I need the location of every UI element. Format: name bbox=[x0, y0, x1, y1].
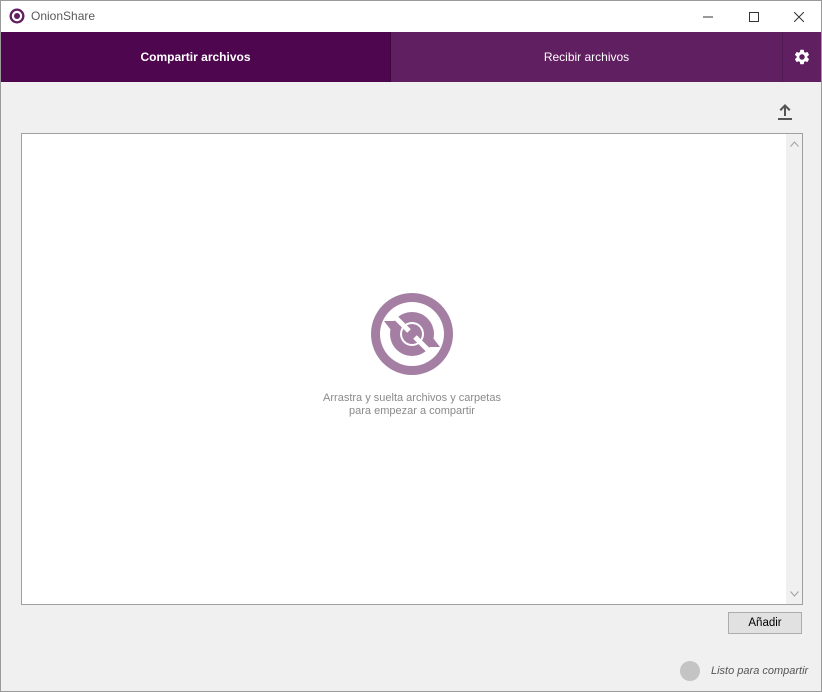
drop-instructions-line2: para empezar a compartir bbox=[349, 405, 475, 417]
title-bar[interactable]: OnionShare bbox=[1, 1, 821, 32]
status-text: Listo para compartir bbox=[711, 665, 809, 677]
mode-bar: Compartir archivos Recibir archivos bbox=[1, 32, 821, 82]
add-files-button-label: Añadir bbox=[748, 617, 782, 629]
tab-receive-files[interactable]: Recibir archivos bbox=[391, 32, 782, 82]
minimize-icon bbox=[703, 16, 713, 17]
settings-button[interactable] bbox=[783, 32, 821, 82]
tab-receive-files-label: Recibir archivos bbox=[543, 50, 630, 64]
history-button[interactable] bbox=[773, 100, 797, 124]
maximize-button[interactable] bbox=[731, 1, 777, 32]
file-drop-area[interactable]: Arrastra y suelta archivos y carpetas pa… bbox=[21, 133, 803, 605]
minimize-button[interactable] bbox=[685, 1, 731, 32]
drop-instructions: Arrastra y suelta archivos y carpetas pa… bbox=[262, 392, 562, 418]
tab-share-files[interactable]: Compartir archivos bbox=[1, 32, 390, 82]
status-indicator-icon bbox=[680, 661, 700, 681]
onionshare-arrows-logo-icon bbox=[371, 293, 453, 375]
close-icon bbox=[794, 11, 804, 22]
chevron-down-icon bbox=[789, 591, 799, 597]
drop-instructions-line1: Arrastra y suelta archivos y carpetas bbox=[323, 392, 501, 404]
gear-icon bbox=[794, 49, 810, 65]
onionshare-logo-icon bbox=[9, 8, 25, 24]
close-button[interactable] bbox=[776, 1, 821, 32]
add-files-button[interactable]: Añadir bbox=[728, 612, 802, 634]
tab-share-files-label: Compartir archivos bbox=[140, 50, 251, 64]
upload-arrow-icon bbox=[778, 104, 792, 120]
onionshare-window: OnionShare Compartir archivos Recibir ar… bbox=[0, 0, 822, 692]
scroll-down-button[interactable] bbox=[786, 586, 802, 602]
window-title: OnionShare bbox=[31, 9, 96, 23]
maximize-icon bbox=[749, 11, 759, 22]
vertical-scrollbar[interactable] bbox=[786, 134, 802, 604]
scroll-up-button[interactable] bbox=[786, 136, 802, 152]
chevron-up-icon bbox=[789, 141, 799, 147]
